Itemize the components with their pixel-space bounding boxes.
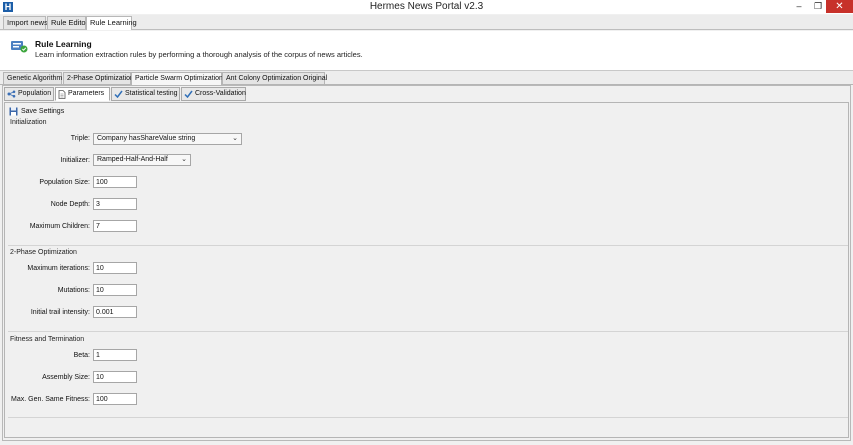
tab-statistical-testing[interactable]: Statistical testing xyxy=(111,87,180,101)
tab-particle-swarm-optimization[interactable]: Particle Swarm Optimization xyxy=(131,72,223,85)
initializer-select-value: Ramped-Half-And-Half xyxy=(97,156,168,163)
rule-learning-icon xyxy=(11,41,28,53)
checkmark-icon xyxy=(114,90,123,98)
maximize-button[interactable]: ❐ xyxy=(808,0,828,13)
page-description: Learn information extraction rules by pe… xyxy=(35,50,363,59)
checkmark-icon xyxy=(184,90,193,98)
tab-ant-colony-optimization[interactable]: Ant Colony Optimization Original xyxy=(222,72,327,84)
initial-trail-intensity-label: Initial trail intensity: xyxy=(30,309,90,316)
title-bar: H Hermes News Portal v2.3 – ❐ ✕ xyxy=(0,0,853,14)
tab-rule-learning[interactable]: Rule Learning xyxy=(86,16,137,30)
save-settings-button[interactable]: Save Settings xyxy=(9,106,64,117)
tab-population-label: Population xyxy=(18,90,52,97)
close-button[interactable]: ✕ xyxy=(826,0,853,13)
assembly-size-input[interactable] xyxy=(93,371,137,383)
node-depth-input[interactable] xyxy=(93,198,137,210)
tab-parameters[interactable]: Parameters xyxy=(55,87,110,101)
triple-select-value: Company hasShareValue string xyxy=(97,135,196,142)
population-size-input[interactable] xyxy=(93,176,137,188)
tab-2-phase-optimization[interactable]: 2-Phase Optimization xyxy=(63,72,134,84)
tab-cross-validation[interactable]: Cross-Validation xyxy=(181,87,246,101)
document-icon xyxy=(58,89,66,99)
algorithm-tab-bar: Genetic Algorithm 2-Phase Optimization P… xyxy=(0,71,853,85)
tab-genetic-algorithm[interactable]: Genetic Algorithm xyxy=(3,72,62,84)
section-divider xyxy=(8,331,848,332)
mutations-label: Mutations: xyxy=(57,287,90,294)
triple-label: Triple: xyxy=(70,135,90,142)
initial-trail-intensity-input[interactable] xyxy=(93,306,137,318)
max-gen-same-fitness-label: Max. Gen. Same Fitness: xyxy=(11,396,90,403)
mutations-input[interactable] xyxy=(93,284,137,296)
tab-population[interactable]: Population xyxy=(4,87,54,101)
maximum-iterations-input[interactable] xyxy=(93,262,137,274)
section-fitness-and-termination: Fitness and Termination xyxy=(10,336,85,343)
max-gen-same-fitness-input[interactable] xyxy=(93,393,137,405)
chevron-down-icon: ⌄ xyxy=(232,135,238,142)
tab-cross-validation-label: Cross-Validation xyxy=(195,90,246,97)
section-2-phase-optimization: 2-Phase Optimization xyxy=(10,249,77,256)
page-header: Rule Learning Learn information extracti… xyxy=(0,31,853,71)
beta-label: Beta: xyxy=(73,352,90,359)
section-initialization: Initialization xyxy=(10,119,47,126)
node-depth-label: Node Depth: xyxy=(50,201,90,208)
tab-rule-editor[interactable]: Rule Editor xyxy=(47,16,88,29)
floppy-disk-icon xyxy=(9,107,18,116)
section-divider xyxy=(8,245,848,246)
maximum-iterations-label: Maximum iterations: xyxy=(27,265,90,272)
maximum-children-label: Maximum Children: xyxy=(29,223,90,230)
population-icon xyxy=(7,90,16,98)
maximum-children-input[interactable] xyxy=(93,220,137,232)
beta-input[interactable] xyxy=(93,349,137,361)
tab-parameters-label: Parameters xyxy=(68,90,105,97)
initializer-select[interactable]: Ramped-Half-And-Half ⌄ xyxy=(93,154,191,166)
window-title: Hermes News Portal v2.3 xyxy=(369,1,484,12)
page-title: Rule Learning xyxy=(35,39,92,49)
triple-select[interactable]: Company hasShareValue string ⌄ xyxy=(93,133,242,145)
chevron-down-icon: ⌄ xyxy=(181,156,187,163)
save-settings-label: Save Settings xyxy=(21,108,65,115)
main-tab-bar: Import news Rule Editor Rule Learning xyxy=(0,15,853,30)
section-divider xyxy=(8,417,848,418)
population-size-label: Population Size: xyxy=(39,179,90,186)
assembly-size-label: Assembly Size: xyxy=(42,374,90,381)
minimize-button[interactable]: – xyxy=(789,0,809,13)
sub-tab-bar: Population Parameters Statistical testin… xyxy=(4,87,849,102)
tab-import-news[interactable]: Import news xyxy=(3,16,48,29)
tab-statistical-testing-label: Statistical testing xyxy=(125,90,178,97)
initializer-label: Initializer: xyxy=(60,157,90,164)
